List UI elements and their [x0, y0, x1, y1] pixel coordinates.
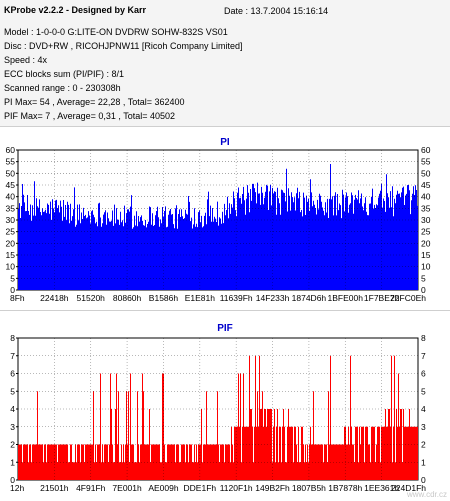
pif-ytick-right-6: 6 [421, 369, 426, 379]
pif-ytick-right-1: 1 [421, 457, 426, 467]
pi-ytick-left-8: 40 [6, 192, 16, 202]
pi-xtick-0: 8Fh [10, 293, 25, 303]
pif-ytick-left-3: 3 [10, 422, 15, 432]
pif-xtick-9: 1B7878h [328, 483, 362, 493]
pi-ytick-left-2: 10 [6, 262, 16, 272]
pif-xtick-7: 149B2Fh [255, 483, 290, 493]
pi-xtick-7: 14F233h [256, 293, 290, 303]
pi-stats-line: PI Max= 54 , Average= 22,28 , Total= 362… [4, 97, 185, 107]
pif-chart: 0 01 12 23 34 45 56 67 78 812h 21501h 4F91Fh 7E001h A… [10, 333, 447, 499]
pif-ytick-left-8: 8 [10, 333, 15, 343]
pi-xtick-1: 22418h [40, 293, 69, 303]
pi-ytick-right-6: 30 [421, 215, 431, 225]
pi-ytick-left-7: 35 [6, 203, 16, 213]
pi-chart: 0 05 510 1015 1520 2025 2530 3035 3540 4045 4550 50… [6, 145, 431, 303]
pif-xtick-4: AE009h [148, 483, 179, 493]
pif-ytick-left-4: 4 [10, 404, 15, 414]
model-line: Model : 1-0-0-0 G:LITE-ON DVDRW SOHW-832… [4, 27, 228, 37]
pif-ytick-left-7: 7 [10, 351, 15, 361]
pif-ytick-right-5: 5 [421, 386, 426, 396]
pi-xtick-6: 11639Fh [220, 293, 253, 303]
watermark-text: www.cdr.cz [406, 490, 447, 499]
scan-date: Date : 13.7.2004 15:16:14 [224, 6, 329, 16]
pi-ytick-right-8: 40 [421, 192, 431, 202]
pif-xtick-1: 21501h [40, 483, 69, 493]
pif-ytick-left-5: 5 [10, 386, 15, 396]
pi-ytick-left-6: 30 [6, 215, 16, 225]
pi-ytick-left-4: 20 [6, 238, 16, 248]
pif-ytick-right-2: 2 [421, 440, 426, 450]
pif-ytick-right-3: 3 [421, 422, 426, 432]
pi-ytick-right-2: 10 [421, 262, 431, 272]
pif-xtick-6: 1120F1h [220, 483, 253, 493]
pif-xtick-5: DDE1Fh [184, 483, 217, 493]
pif-stats-line: PIF Max= 7 , Average= 0,31 , Total= 4050… [4, 111, 176, 121]
pi-ytick-left-12: 60 [6, 145, 16, 155]
pi-ytick-left-9: 45 [6, 180, 16, 190]
pi-ytick-right-10: 50 [421, 168, 431, 178]
disc-line: Disc : DVD+RW , RICOHJPNW11 [Ricoh Compa… [4, 41, 243, 51]
pi-xtick-4: B1586h [149, 293, 179, 303]
pif-ytick-left-2: 2 [10, 440, 15, 450]
pif-xtick-8: 1807B5h [292, 483, 326, 493]
app-title: KProbe v2.2.2 - Designed by Karr [4, 5, 147, 15]
pi-ytick-right-5: 25 [421, 227, 431, 237]
pi-ytick-right-12: 60 [421, 145, 431, 155]
pif-ytick-left-6: 6 [10, 369, 15, 379]
pi-ytick-left-11: 55 [6, 157, 16, 167]
pi-xtick-9: 1BFE00h [328, 293, 364, 303]
pif-ytick-right-7: 7 [421, 351, 426, 361]
pif-xtick-0: 12h [10, 483, 24, 493]
pi-ytick-left-10: 50 [6, 168, 16, 178]
pi-xtick-2: 51520h [77, 293, 106, 303]
speed-line: Speed : 4x [4, 55, 48, 65]
pi-ytick-right-4: 20 [421, 238, 431, 248]
pif-ytick-right-8: 8 [421, 333, 426, 343]
pi-xtick-5: E1E81h [185, 293, 216, 303]
pi-ytick-right-1: 5 [421, 273, 426, 283]
pi-xtick-8: 1874D6h [292, 293, 327, 303]
pi-chart-panel: PI 0 0 5 5 10 10 15 15 20 20 25 25 30 30 35 35 40 40 45 45 5… [0, 127, 450, 310]
info-panel: KProbe v2.2.2 - Designed by Karr Date : … [0, 0, 450, 127]
pi-ytick-right-3: 15 [421, 250, 431, 260]
pi-xtick-11: 22FC0Eh [390, 293, 426, 303]
pif-ytick-right-4: 4 [421, 404, 426, 414]
pi-ytick-left-1: 5 [10, 273, 15, 283]
pif-xtick-2: 4F91Fh [76, 483, 106, 493]
pi-ytick-left-3: 15 [6, 250, 16, 260]
pi-ytick-right-9: 45 [421, 180, 431, 190]
pi-ytick-left-5: 25 [6, 227, 16, 237]
pif-ytick-left-1: 1 [10, 457, 15, 467]
pi-ytick-right-7: 35 [421, 203, 431, 213]
pi-ytick-right-11: 55 [421, 157, 431, 167]
pif-chart-panel: PIF 0 0 1 1 2 2 3 3 4 4 5 5 6 6 7 7 8 8 12h 21501h 4F91Fh 7E0… [0, 310, 450, 501]
pi-xtick-3: 80860h [113, 293, 142, 303]
ecc-line: ECC blocks sum (PI/PIF) : 8/1 [4, 69, 125, 79]
range-line: Scanned range : 0 - 230308h [4, 83, 121, 93]
pif-xtick-3: 7E001h [112, 483, 142, 493]
